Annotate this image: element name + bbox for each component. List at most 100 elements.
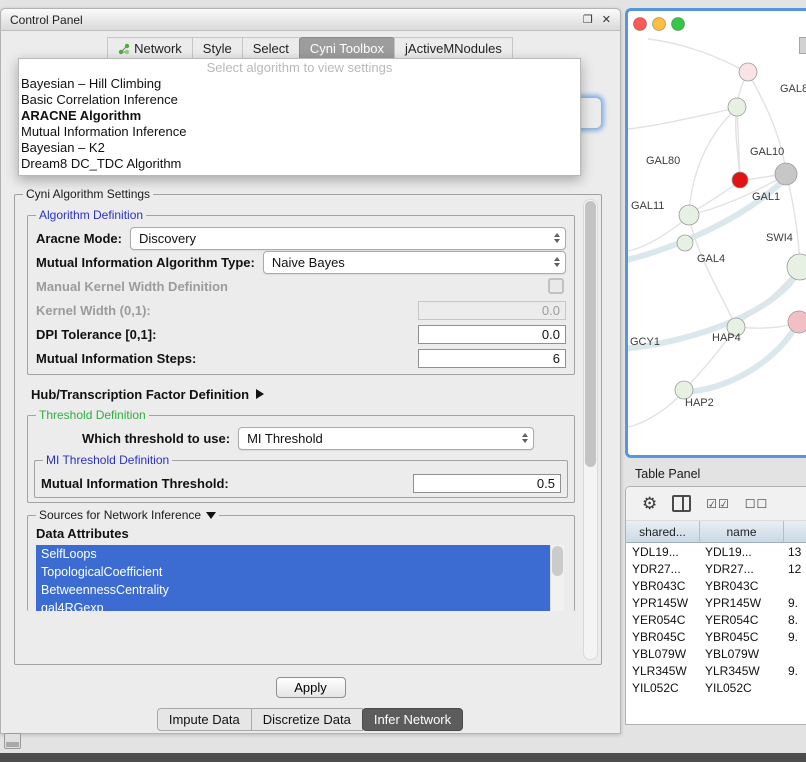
- cell[interactable]: YDR27...: [626, 562, 699, 576]
- algorithm-option[interactable]: Mutual Information Inference: [21, 124, 580, 140]
- cell[interactable]: YPR145W: [626, 596, 699, 610]
- cell[interactable]: 9.: [782, 630, 806, 644]
- cell[interactable]: YLR345W: [626, 664, 699, 678]
- list-item[interactable]: TopologicalCoefficient: [36, 563, 550, 581]
- cell[interactable]: YIL052C: [626, 681, 699, 695]
- table-row[interactable]: YLR345W YLR345W 9.: [626, 662, 806, 679]
- cell[interactable]: 8.: [782, 613, 806, 627]
- cell[interactable]: YDL19...: [626, 545, 699, 559]
- panel-dock-icon[interactable]: [4, 733, 21, 749]
- algorithm-option[interactable]: Bayesian – Hill Climbing: [21, 76, 580, 92]
- close-traffic-light[interactable]: [634, 18, 647, 31]
- cell[interactable]: YPR145W: [699, 596, 782, 610]
- aracne-mode-select[interactable]: Discovery: [130, 227, 566, 250]
- cell[interactable]: YDR27...: [699, 562, 782, 576]
- algorithm-option-selected[interactable]: ARACNE Algorithm: [21, 108, 580, 124]
- settings-scrollbar[interactable]: [583, 199, 598, 660]
- tab-infer-network[interactable]: Infer Network: [362, 708, 463, 731]
- cell[interactable]: 9.: [782, 596, 806, 610]
- network-node[interactable]: [788, 311, 806, 333]
- gear-icon[interactable]: ⚙: [642, 495, 657, 512]
- table-row[interactable]: YER054C YER054C 8.: [626, 611, 806, 628]
- kernel-width-input[interactable]: [418, 301, 566, 320]
- table-row[interactable]: YPR145W YPR145W 9.: [626, 594, 806, 611]
- table-row[interactable]: YBR045C YBR045C 9.: [626, 628, 806, 645]
- node-label: GAL11: [631, 200, 664, 212]
- cell[interactable]: YBR043C: [626, 579, 699, 593]
- network-node[interactable]: [679, 205, 699, 225]
- list-item[interactable]: BetweennessCentrality: [36, 581, 550, 599]
- network-node[interactable]: [739, 63, 757, 81]
- scrollbar-thumb[interactable]: [585, 201, 596, 467]
- network-node[interactable]: [728, 98, 746, 116]
- window-title: Control Panel: [10, 13, 574, 27]
- cell[interactable]: YBR045C: [626, 630, 699, 644]
- cell[interactable]: YBR045C: [699, 630, 782, 644]
- algorithm-option[interactable]: Basic Correlation Inference: [21, 92, 580, 108]
- cell[interactable]: YBR043C: [699, 579, 782, 593]
- cell[interactable]: YBL079W: [626, 647, 699, 661]
- column-header-extra[interactable]: [784, 521, 806, 542]
- tab-cyni-toolbox[interactable]: Cyni Toolbox: [299, 37, 395, 60]
- cell[interactable]: YER054C: [699, 613, 782, 627]
- minimize-traffic-light[interactable]: [653, 18, 666, 31]
- network-node[interactable]: [775, 163, 797, 185]
- table-row[interactable]: YDL19... YDL19... 13: [626, 543, 806, 560]
- tab-style[interactable]: Style: [192, 37, 243, 60]
- tab-select[interactable]: Select: [242, 37, 300, 60]
- list-item[interactable]: SelfLoops: [36, 545, 550, 563]
- cell[interactable]: 9.: [782, 664, 806, 678]
- table-row[interactable]: YIL052C YIL052C: [626, 679, 806, 696]
- data-attributes-list: SelfLoops TopologicalCoefficient Between…: [36, 545, 564, 611]
- close-icon[interactable]: ✕: [602, 13, 611, 26]
- cell[interactable]: YLR345W: [699, 664, 782, 678]
- list-item[interactable]: gal4RGexp: [36, 599, 550, 611]
- network-canvas[interactable]: GAL80 GAL10 GAL11 GAL1 SWI4 GAL4 GCY1 HA…: [628, 11, 806, 449]
- which-threshold-select[interactable]: MI Threshold: [238, 427, 534, 450]
- cell[interactable]: YDL19...: [699, 545, 782, 559]
- mi-steps-input[interactable]: [418, 349, 566, 368]
- apply-button[interactable]: Apply: [276, 677, 346, 698]
- cell[interactable]: YIL052C: [699, 681, 782, 695]
- float-window-icon[interactable]: ❐: [583, 13, 593, 26]
- node-label: GAL10: [750, 146, 784, 158]
- algorithm-option[interactable]: Dream8 DC_TDC Algorithm: [21, 156, 580, 172]
- mi-type-select[interactable]: Naive Bayes: [263, 251, 566, 274]
- network-scroll-widget[interactable]: [799, 37, 806, 54]
- hub-definition-toggle[interactable]: Hub/Transcription Factor Definition: [31, 385, 575, 403]
- table-body: YDL19... YDL19... 13 YDR27... YDR27... 1…: [626, 543, 806, 696]
- deselect-all-icon[interactable]: ☐☐: [745, 497, 769, 511]
- network-node[interactable]: [787, 254, 806, 280]
- cell[interactable]: YER054C: [626, 613, 699, 627]
- zoom-traffic-light[interactable]: [672, 18, 685, 31]
- node-label: HAP4: [712, 332, 741, 344]
- sources-toggle[interactable]: Sources for Network Inference: [36, 508, 219, 522]
- mi-type-value: Naive Bayes: [272, 255, 345, 270]
- table-row[interactable]: YBR043C YBR043C: [626, 577, 806, 594]
- scrollbar-thumb[interactable]: [552, 546, 563, 576]
- column-header-name[interactable]: name: [700, 521, 784, 542]
- node-label: GAL1: [752, 191, 780, 203]
- list-scrollbar[interactable]: [550, 545, 564, 611]
- table-row[interactable]: YDR27... YDR27... 12: [626, 560, 806, 577]
- tab-network[interactable]: Network: [107, 37, 193, 60]
- columns-icon[interactable]: [672, 495, 691, 512]
- dpi-tolerance-input[interactable]: [418, 325, 566, 344]
- column-header-shared[interactable]: shared...: [626, 521, 700, 542]
- cell[interactable]: 13: [782, 545, 806, 559]
- algorithm-option[interactable]: Bayesian – K2: [21, 140, 580, 156]
- cell[interactable]: 12: [782, 562, 806, 576]
- tab-impute-data[interactable]: Impute Data: [157, 708, 252, 731]
- node-label: HAP2: [685, 397, 714, 409]
- cell[interactable]: YBL079W: [699, 647, 782, 661]
- tab-discretize-data[interactable]: Discretize Data: [251, 708, 363, 731]
- table-row[interactable]: YBL079W YBL079W: [626, 645, 806, 662]
- network-node[interactable]: [732, 172, 748, 188]
- select-all-icon[interactable]: ☑☑: [706, 497, 730, 511]
- mi-threshold-input[interactable]: [413, 474, 561, 493]
- network-node[interactable]: [677, 235, 693, 251]
- tab-jactivemnodules[interactable]: jActiveMNodules: [394, 37, 513, 60]
- manual-kernel-checkbox[interactable]: [548, 278, 564, 294]
- titlebar[interactable]: Control Panel ❐ ✕: [1, 9, 620, 31]
- manual-kernel-row: Manual Kernel Width Definition: [36, 274, 566, 298]
